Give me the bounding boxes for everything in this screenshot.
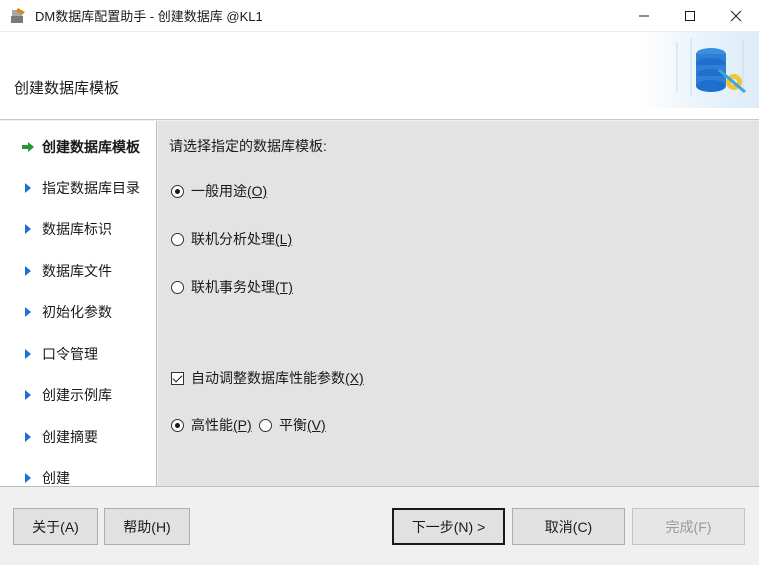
mode-radio-balanced[interactable]: 平衡 (V) xyxy=(259,415,326,435)
option-mnemonic: (V) xyxy=(307,417,326,433)
template-prompt: 请选择指定的数据库模板: xyxy=(169,138,327,154)
option-label: 联机分析处理 xyxy=(191,231,275,247)
sidebar-item-label: 指定数据库目录 xyxy=(42,180,140,196)
footer: 关于(A) 帮助(H) 下一步(N) > 取消(C) 完成(F) xyxy=(0,486,759,565)
blue-triangle-icon xyxy=(20,472,36,484)
template-radio-general[interactable]: 一般用途 (O) xyxy=(171,181,267,201)
option-mnemonic: (L) xyxy=(275,231,293,247)
option-label: 联机事务处理 xyxy=(191,279,275,295)
page-title: 创建数据库模板 xyxy=(14,80,120,97)
checkbox-mnemonic: (X) xyxy=(345,370,364,386)
template-radio-olap[interactable]: 联机分析处理 (L) xyxy=(171,229,292,249)
window-title: DM数据库配置助手 - 创建数据库 @KL1 xyxy=(35,9,263,24)
green-arrow-icon xyxy=(20,141,36,153)
blue-triangle-icon xyxy=(20,389,36,401)
sidebar-item-label: 创建摘要 xyxy=(42,429,98,445)
option-label: 一般用途 xyxy=(191,183,247,199)
maximize-icon xyxy=(685,11,695,21)
radio-button[interactable] xyxy=(259,418,272,432)
close-icon xyxy=(730,10,742,22)
maximize-button[interactable] xyxy=(667,0,713,32)
sidebar-item-files[interactable]: 数据库文件 xyxy=(0,258,156,284)
finish-button[interactable]: 完成(F) xyxy=(632,508,745,545)
blue-triangle-icon xyxy=(20,306,36,318)
title-bar: DM数据库配置助手 - 创建数据库 @KL1 xyxy=(0,0,759,32)
option-label: 高性能 xyxy=(191,417,233,433)
radio-button[interactable] xyxy=(171,280,184,294)
sidebar-item-create[interactable]: 创建 xyxy=(0,465,156,486)
option-mnemonic: (O) xyxy=(247,183,268,199)
option-label: 平衡 xyxy=(279,417,307,433)
option-mnemonic: (T) xyxy=(275,279,293,295)
sidebar-item-create-template[interactable]: 创建数据库模板 xyxy=(0,134,156,160)
about-button[interactable]: 关于(A) xyxy=(13,508,98,545)
sidebar-item-label: 数据库标识 xyxy=(42,221,112,237)
sidebar-item-password[interactable]: 口令管理 xyxy=(0,341,156,367)
radio-button[interactable] xyxy=(171,418,184,432)
checkbox-label: 自动调整数据库性能参数 xyxy=(191,370,345,386)
blue-triangle-icon xyxy=(20,265,36,277)
sidebar: 创建数据库模板 指定数据库目录 数据库标识 数据库文件 初始化参数 口令管理 创… xyxy=(0,121,157,486)
blue-triangle-icon xyxy=(20,182,36,194)
help-button[interactable]: 帮助(H) xyxy=(104,508,190,545)
checkbox[interactable] xyxy=(171,371,184,385)
minimize-icon xyxy=(639,15,649,17)
main-content: 请选择指定的数据库模板: 一般用途 (O) 联机分析处理 (L) 联机事务处理 (T)… xyxy=(158,121,759,486)
blue-triangle-icon xyxy=(20,348,36,360)
radio-button[interactable] xyxy=(171,232,184,246)
sidebar-item-label: 数据库文件 xyxy=(42,263,112,279)
sidebar-item-directory[interactable]: 指定数据库目录 xyxy=(0,175,156,201)
cancel-button[interactable]: 取消(C) xyxy=(512,508,625,545)
sidebar-item-summary[interactable]: 创建摘要 xyxy=(0,424,156,450)
sidebar-item-label: 创建数据库模板 xyxy=(42,139,140,155)
close-button[interactable] xyxy=(713,0,759,32)
header-banner xyxy=(639,32,759,108)
sidebar-item-sample-db[interactable]: 创建示例库 xyxy=(0,382,156,408)
page-header: 创建数据库模板 xyxy=(0,32,759,120)
sidebar-item-label: 初始化参数 xyxy=(42,304,112,320)
minimize-button[interactable] xyxy=(621,0,667,32)
mode-radio-high-performance[interactable]: 高性能 (P) xyxy=(171,415,252,435)
sidebar-item-identifier[interactable]: 数据库标识 xyxy=(0,216,156,242)
template-radio-oltp[interactable]: 联机事务处理 (T) xyxy=(171,277,293,297)
database-tool-icon xyxy=(9,7,27,25)
sidebar-item-label: 创建 xyxy=(42,470,70,486)
next-button[interactable]: 下一步(N) > xyxy=(392,508,505,545)
option-mnemonic: (P) xyxy=(233,417,252,433)
auto-tune-checkbox[interactable]: 自动调整数据库性能参数 (X) xyxy=(171,368,364,388)
radio-button[interactable] xyxy=(171,184,184,198)
sidebar-item-label: 创建示例库 xyxy=(42,387,112,403)
blue-triangle-icon xyxy=(20,431,36,443)
sidebar-item-label: 口令管理 xyxy=(42,346,98,362)
blue-triangle-icon xyxy=(20,223,36,235)
database-gear-icon xyxy=(676,38,746,96)
sidebar-item-init-params[interactable]: 初始化参数 xyxy=(0,299,156,325)
